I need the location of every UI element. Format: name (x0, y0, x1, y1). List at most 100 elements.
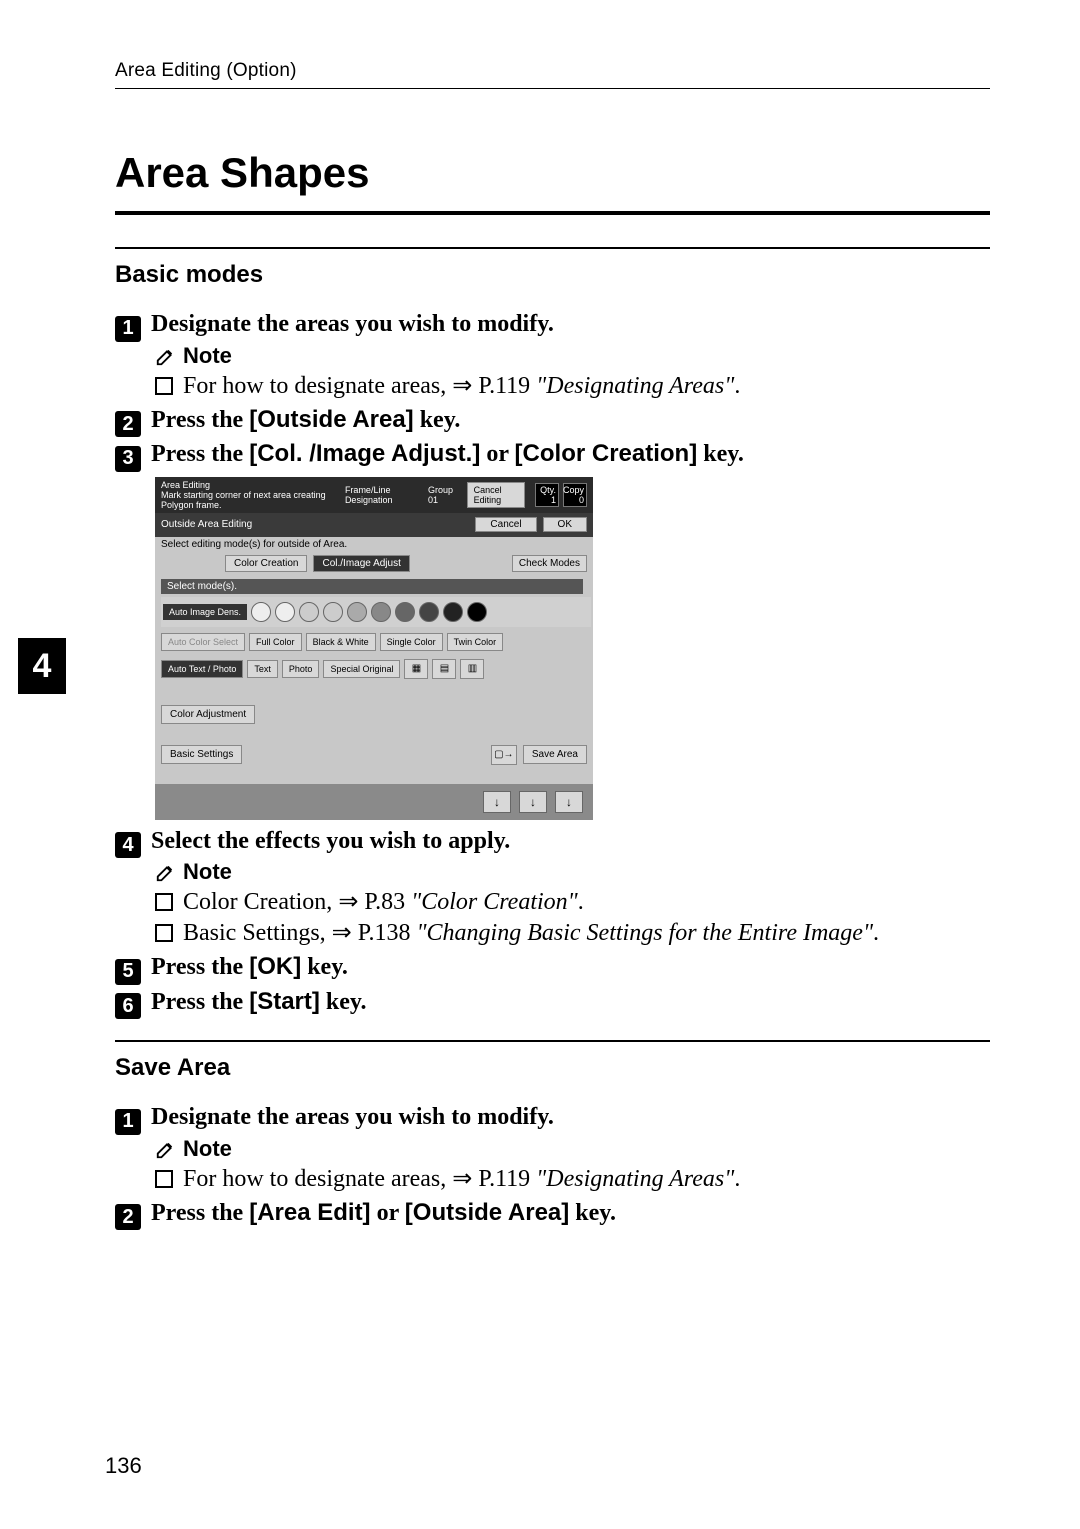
page-number: 136 (105, 1453, 142, 1479)
note-part: P.119 (472, 1166, 536, 1192)
step-number-icon: 2 (115, 411, 141, 437)
footer-slot-icon[interactable]: ↓ (555, 791, 583, 813)
note-bullet: Color Creation, ⇒ P.83 "Color Creation". (155, 887, 990, 916)
qty-counter: Qty. 1 (535, 483, 559, 507)
ss-title-left: Area Editing Mark starting corner of nex… (161, 480, 335, 510)
step-number-icon: 6 (115, 993, 141, 1019)
auto-image-density-button[interactable]: Auto Image Dens. (163, 604, 247, 620)
note-part: P.83 (358, 889, 411, 915)
auto-text-photo-button[interactable]: Auto Text / Photo (161, 660, 243, 678)
ss-original-mode-row: Auto Text / Photo Text Photo Special Ori… (161, 659, 484, 679)
color-creation-button[interactable]: Color Creation (225, 555, 307, 572)
col-image-adjust-button[interactable]: Col./Image Adjust (313, 555, 409, 572)
counter-label: Qty. (540, 485, 556, 495)
full-color-button[interactable]: Full Color (249, 633, 302, 651)
step-part: Press the (151, 1200, 249, 1226)
subsection-rule (115, 247, 990, 249)
subsection-basic-modes: Basic modes (115, 261, 990, 289)
counter-value: 1 (551, 495, 556, 505)
density-dot[interactable] (299, 602, 319, 622)
note-part: . (578, 889, 584, 915)
density-dot[interactable] (275, 602, 295, 622)
chapter-tab: 4 (18, 638, 66, 694)
step-part: key. (414, 407, 461, 433)
check-modes-button[interactable]: Check Modes (512, 555, 587, 572)
step-5: 5 Press the [OK] key. (115, 953, 990, 982)
special-original-button[interactable]: Special Original (323, 660, 400, 678)
key-label: [Start] (249, 988, 320, 1015)
ss-bottom-row: Basic Settings ▢→ Save Area (161, 745, 587, 765)
save-step-2: 2 Press the [Area Edit] or [Outside Area… (115, 1199, 990, 1228)
black-white-button[interactable]: Black & White (306, 633, 376, 651)
key-label: [Outside Area] (249, 406, 413, 433)
density-dot[interactable] (395, 602, 415, 622)
step-6-text: Press the [Start] key. (151, 988, 367, 1016)
outside-area-editing-label: Outside Area Editing (161, 519, 252, 530)
note-part: P.138 (352, 920, 417, 946)
note-part: . (734, 1166, 740, 1192)
save-area-button[interactable]: Save Area (523, 745, 587, 764)
step-part: or (371, 1200, 405, 1226)
step-2: 2 Press the [Outside Area] key. (115, 406, 990, 435)
arrow-icon: ⇒ (332, 919, 352, 946)
note-bullet: Basic Settings, ⇒ P.138 "Changing Basic … (155, 918, 990, 947)
density-dot[interactable] (323, 602, 343, 622)
basic-settings-button[interactable]: Basic Settings (161, 745, 242, 764)
icon-button-1[interactable]: ▦ (404, 659, 428, 679)
subsection-save-area: Save Area (115, 1054, 990, 1082)
note-bullet: For how to designate areas, ⇒ P.119 "Des… (155, 371, 990, 400)
ok-button[interactable]: OK (543, 517, 587, 532)
running-head: Area Editing (Option) (115, 60, 990, 82)
ss-subheader: Outside Area Editing Cancel OK (155, 513, 593, 537)
icon-button-2[interactable]: ▤ (432, 659, 456, 679)
ss-group: Group 01 (428, 485, 457, 505)
note-part: . (734, 373, 740, 399)
step-number-icon: 2 (115, 1204, 141, 1230)
color-adjustment-button[interactable]: Color Adjustment (161, 705, 255, 724)
pen-icon (155, 1138, 177, 1160)
note-ref-italic: "Designating Areas" (536, 1166, 734, 1192)
step-1: 1 Designate the areas you wish to modify… (115, 311, 990, 339)
note-title: Note (155, 343, 990, 369)
footer-slot-icon[interactable]: ↓ (483, 791, 511, 813)
density-dot[interactable] (443, 602, 463, 622)
note-part: For how to designate areas, (183, 1166, 452, 1192)
text-button[interactable]: Text (247, 660, 278, 678)
note-block: Note Color Creation, ⇒ P.83 "Color Creat… (155, 859, 990, 947)
step-6: 6 Press the [Start] key. (115, 988, 990, 1017)
step-4-text: Select the effects you wish to apply. (151, 828, 510, 855)
key-label: [Color Creation] (515, 440, 698, 467)
bullet-square-icon (155, 924, 173, 942)
twin-color-button[interactable]: Twin Color (447, 633, 504, 651)
select-modes-label: Select mode(s). (161, 579, 583, 594)
ss-color-mode-row: Auto Color Select Full Color Black & Whi… (161, 633, 503, 651)
pen-icon (155, 861, 177, 883)
photo-button[interactable]: Photo (282, 660, 320, 678)
step-part: Press the (151, 954, 249, 980)
density-dot[interactable] (347, 602, 367, 622)
footer-slot-icon[interactable]: ↓ (519, 791, 547, 813)
note-part: Color Creation, (183, 889, 338, 915)
key-label: [OK] (249, 953, 301, 980)
note-block: Note For how to designate areas, ⇒ P.119… (155, 1136, 990, 1193)
single-color-button[interactable]: Single Color (380, 633, 443, 651)
bullet-square-icon (155, 377, 173, 395)
cancel-editing-button[interactable]: Cancel Editing (467, 482, 525, 508)
ss-footer: ↓ ↓ ↓ (155, 784, 593, 820)
density-dot[interactable] (251, 602, 271, 622)
density-dot[interactable] (467, 602, 487, 622)
density-dot[interactable] (419, 602, 439, 622)
step-part: or (480, 441, 514, 467)
save-area-icon[interactable]: ▢→ (491, 745, 517, 765)
cancel-button[interactable]: Cancel (475, 517, 536, 532)
step-part: Press the (151, 441, 249, 467)
note-text: Color Creation, ⇒ P.83 "Color Creation". (183, 887, 584, 916)
ss-titlebar: Area Editing Mark starting corner of nex… (155, 477, 593, 513)
step-number-icon: 1 (115, 316, 141, 342)
density-dot[interactable] (371, 602, 391, 622)
subsection-rule (115, 1040, 990, 1042)
auto-color-select-button[interactable]: Auto Color Select (161, 633, 245, 651)
save-step-2-text: Press the [Area Edit] or [Outside Area] … (151, 1199, 616, 1227)
note-part: P.119 (472, 373, 536, 399)
icon-button-3[interactable]: ▥ (460, 659, 484, 679)
